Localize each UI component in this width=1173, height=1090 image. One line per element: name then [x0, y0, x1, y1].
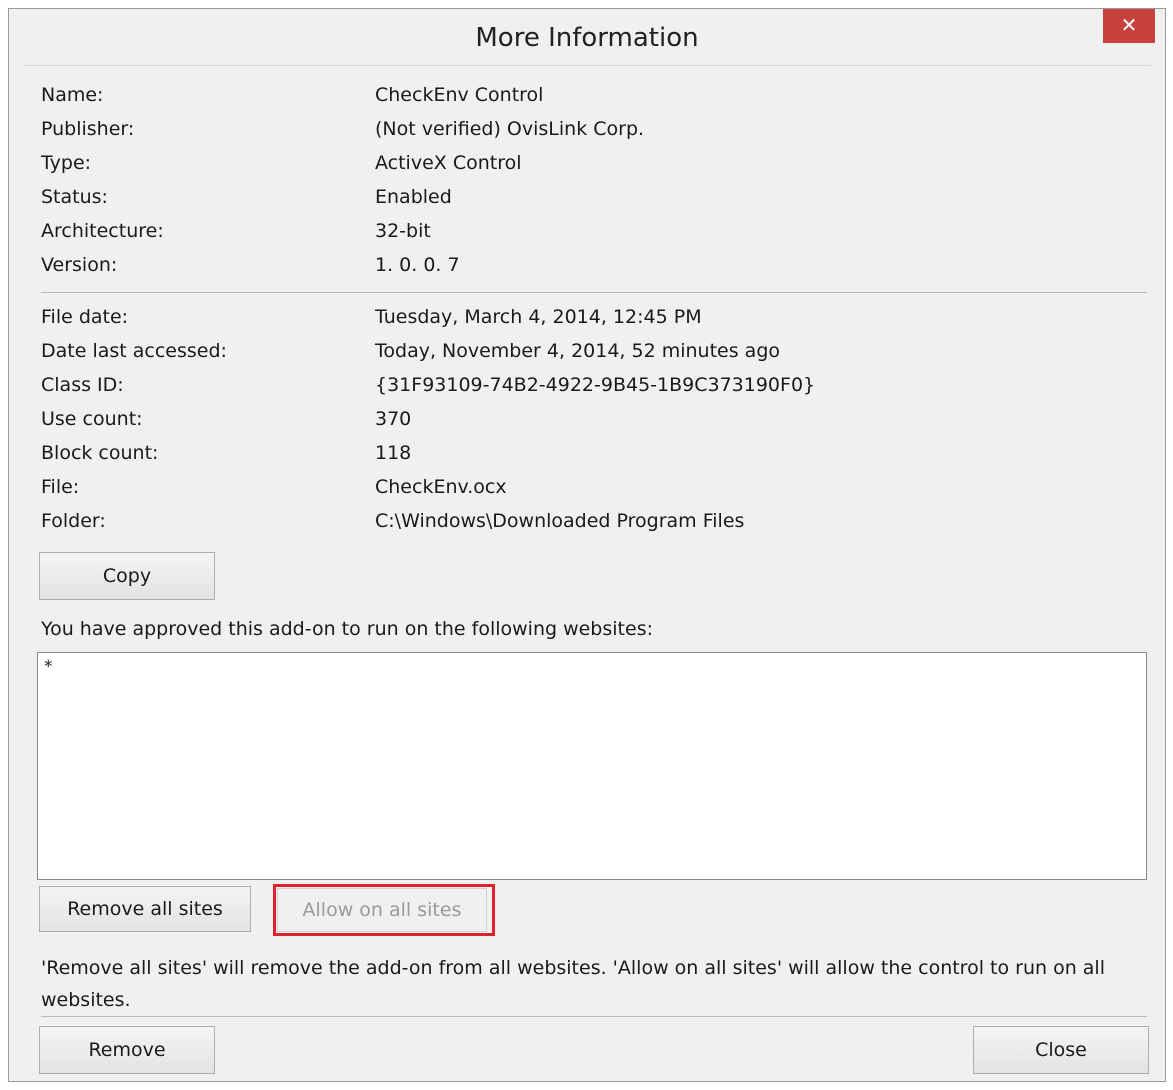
- close-window-button[interactable]: ✕: [1103, 9, 1155, 43]
- title-bar: More Information ✕: [9, 9, 1165, 65]
- info-label: File date:: [41, 306, 129, 328]
- highlight-box: [273, 884, 495, 936]
- info-value: 1. 0. 0. 7: [375, 254, 460, 276]
- info-value: 118: [375, 442, 412, 464]
- info-label: Folder:: [41, 510, 106, 532]
- info-label: Block count:: [41, 442, 159, 464]
- remove-button[interactable]: Remove: [39, 1026, 215, 1074]
- info-value: CheckEnv Control: [375, 84, 544, 106]
- dialog-title: More Information: [475, 23, 699, 53]
- info-label: Publisher:: [41, 118, 135, 140]
- info-label: Architecture:: [41, 220, 164, 242]
- info-label: Name:: [41, 84, 104, 106]
- info-label: File:: [41, 476, 80, 498]
- info-value: CheckEnv.ocx: [375, 476, 507, 498]
- info-label: Version:: [41, 254, 118, 276]
- info-value: 32-bit: [375, 220, 431, 242]
- info-value: Today, November 4, 2014, 52 minutes ago: [375, 340, 781, 362]
- info-label: Class ID:: [41, 374, 124, 396]
- info-value: (Not verified) OvisLink Corp.: [375, 118, 645, 140]
- approved-sites-label: You have approved this add-on to run on …: [41, 618, 653, 640]
- info-value: {31F93109-74B2-4922-9B45-1B9C373190F0}: [375, 374, 816, 396]
- dialog-content: Name: CheckEnv Control Publisher: (Not v…: [23, 65, 1151, 1074]
- info-label: Type:: [41, 152, 92, 174]
- close-icon: ✕: [1120, 13, 1138, 37]
- info-label: Date last accessed:: [41, 340, 227, 362]
- bottom-divider: [41, 1016, 1147, 1017]
- info-value: Tuesday, March 4, 2014, 12:45 PM: [375, 306, 702, 328]
- remove-all-sites-button[interactable]: Remove all sites: [39, 886, 251, 932]
- more-information-dialog: More Information ✕ Name: CheckEnv Contro…: [8, 8, 1166, 1082]
- close-button[interactable]: Close: [973, 1026, 1149, 1074]
- sites-explanation-note: 'Remove all sites' will remove the add-o…: [41, 957, 1105, 1011]
- copy-button[interactable]: Copy: [39, 552, 215, 600]
- info-value: ActiveX Control: [375, 152, 522, 174]
- info-value: 370: [375, 408, 412, 430]
- info-label: Use count:: [41, 408, 143, 430]
- approved-sites-list[interactable]: *: [37, 652, 1147, 880]
- info-value: Enabled: [375, 186, 452, 208]
- list-item[interactable]: *: [44, 657, 53, 677]
- info-label: Status:: [41, 186, 108, 208]
- info-value: C:\Windows\Downloaded Program Files: [375, 510, 745, 532]
- section-divider: [41, 292, 1147, 293]
